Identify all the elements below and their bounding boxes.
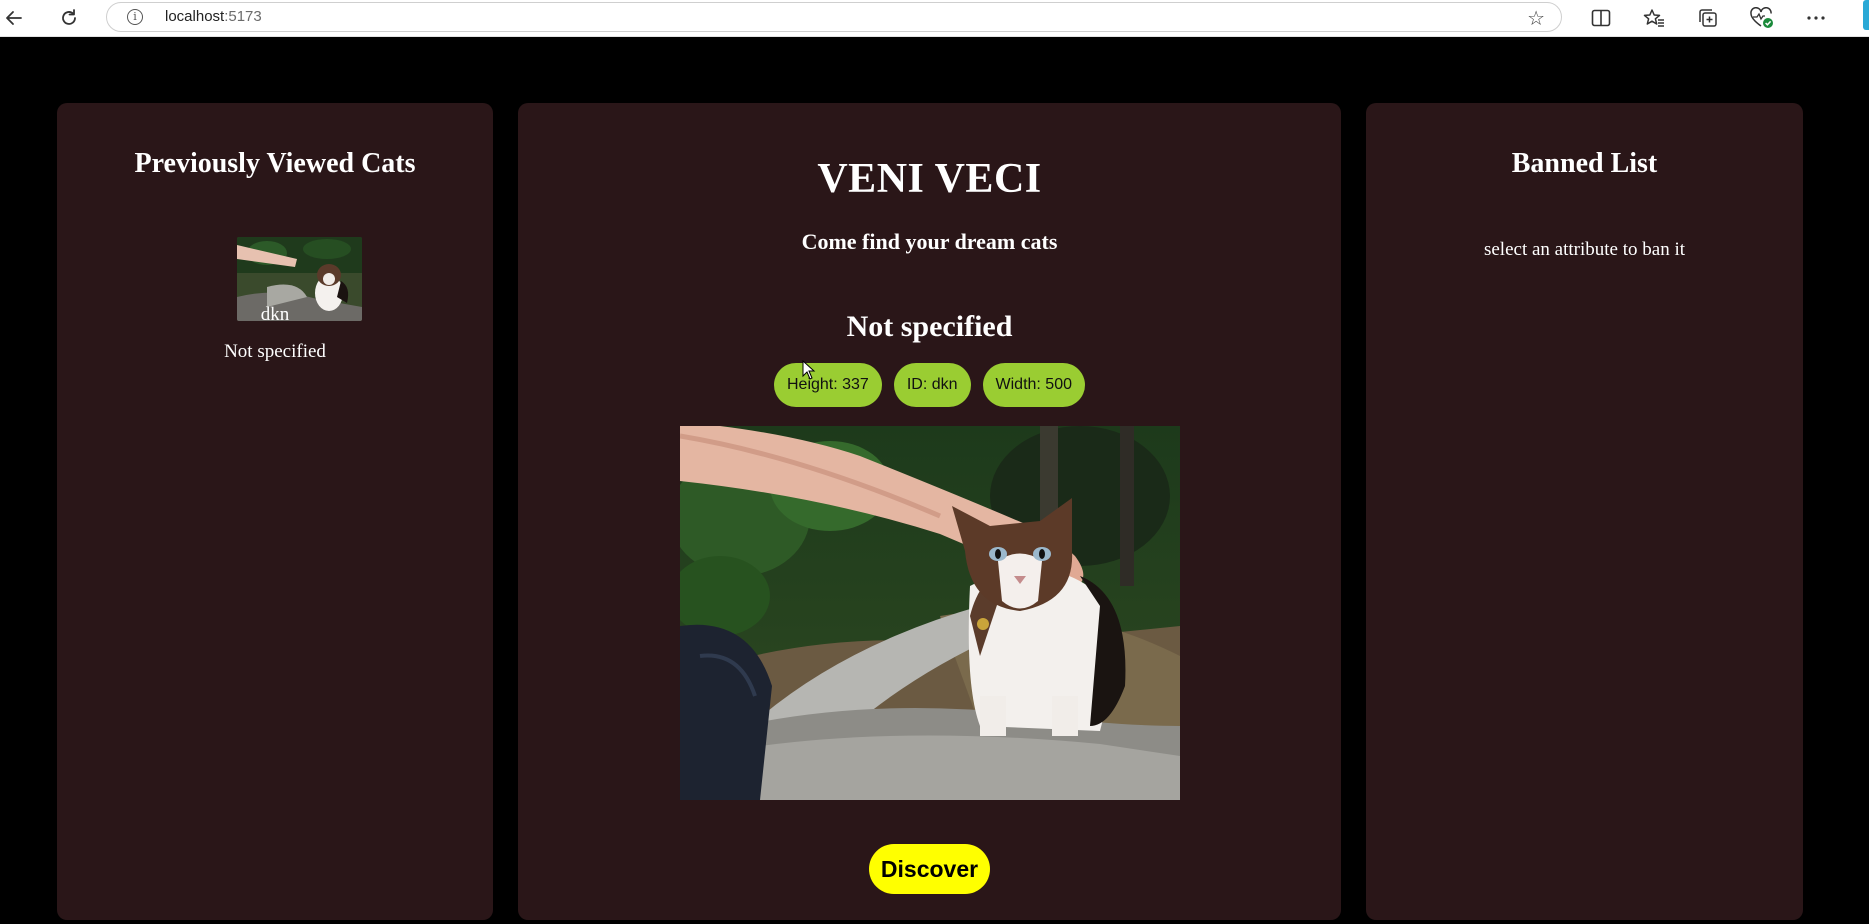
attribute-width-button[interactable]: Width: 500 xyxy=(982,363,1085,407)
discover-button[interactable]: Discover xyxy=(869,844,990,894)
history-item-id: dkn xyxy=(260,304,290,325)
cat-photo xyxy=(680,426,1180,800)
address-bar[interactable]: i localhost:5173 ☆ xyxy=(106,2,1562,32)
favorite-star-icon[interactable]: ☆ xyxy=(1527,6,1545,30)
favorites-icon[interactable] xyxy=(1640,4,1668,32)
attribute-buttons: Height: 337 ID: dkn Width: 500 xyxy=(518,363,1341,407)
collections-icon[interactable] xyxy=(1694,4,1722,32)
back-arrow-icon[interactable] xyxy=(0,4,28,32)
banned-hint: select an attribute to ban it xyxy=(1483,239,1685,260)
banned-title: Banned List xyxy=(1511,148,1658,179)
banned-panel: Banned List select an attribute to ban i… xyxy=(1366,103,1803,920)
mouse-cursor-icon xyxy=(802,359,816,380)
app-subtitle: Come find your dream cats xyxy=(801,229,1058,254)
split-screen-icon[interactable] xyxy=(1587,4,1615,32)
browser-toolbar: i localhost:5173 ☆ xyxy=(0,0,1869,37)
more-options-icon[interactable] xyxy=(1802,4,1830,32)
history-item-breed: Not specified xyxy=(224,341,326,362)
discover-panel: VENI VECI Come find your dream cats Not … xyxy=(518,103,1341,920)
edge-copilot-icon[interactable] xyxy=(1863,0,1869,30)
address-url[interactable]: localhost:5173 xyxy=(165,8,262,25)
reload-icon[interactable] xyxy=(55,4,83,32)
attribute-id-button[interactable]: ID: dkn xyxy=(893,363,971,407)
history-panel: Previously Viewed Cats dkn Not specified xyxy=(57,103,493,920)
browser-essentials-icon[interactable] xyxy=(1748,4,1776,32)
attribute-height-button[interactable]: Height: 337 xyxy=(773,363,882,407)
history-title: Previously Viewed Cats xyxy=(134,148,416,179)
cat-breed-title: Not specified xyxy=(846,310,1013,343)
app-title: VENI VECI xyxy=(817,156,1042,202)
app-page: Previously Viewed Cats dkn Not specified… xyxy=(0,37,1869,924)
site-info-icon[interactable]: i xyxy=(127,9,143,25)
